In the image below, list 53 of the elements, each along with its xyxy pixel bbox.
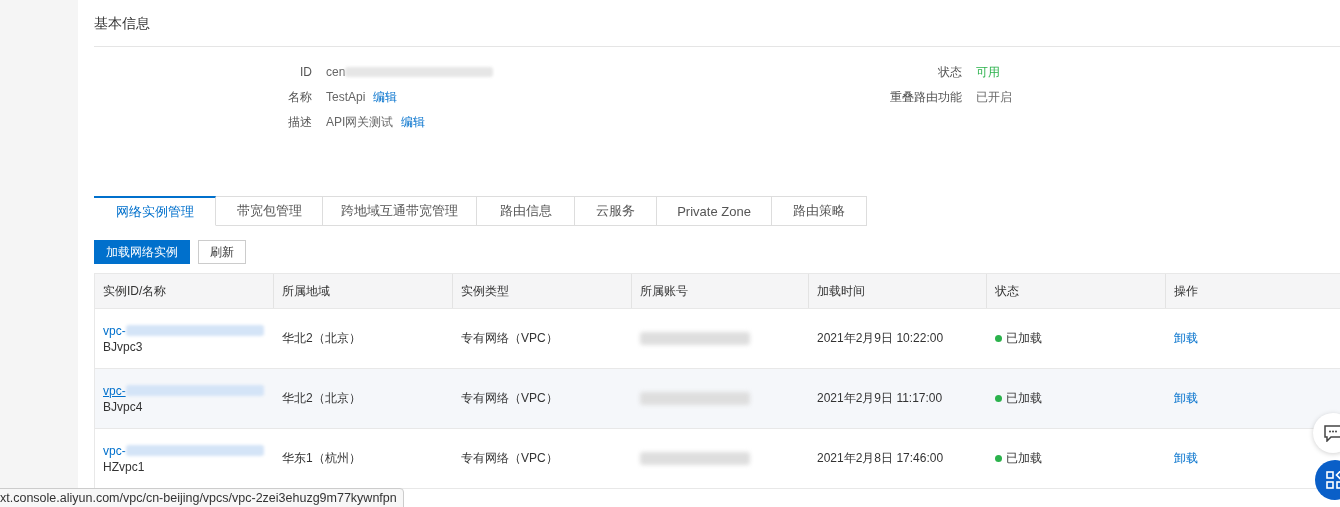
field-label: 名称 [287,89,312,105]
status-value: 可用 [976,64,1001,80]
column-header: 实例类型 [453,274,632,308]
status-text: 已加载 [1006,330,1042,347]
table-cell-text: 华东1（杭州） [281,450,362,467]
field-value: cen [326,64,346,80]
chat-icon [1324,424,1340,442]
section-title: 基本信息 [94,16,150,30]
field-label: ID [299,64,312,80]
tab[interactable]: 带宽包管理 [216,196,323,226]
table-cell-text: 2021年2月9日 11:17:00 [816,390,944,407]
edit-link[interactable]: 编辑 [373,89,398,105]
instance-id-link[interactable]: vpc- [103,323,126,338]
column-header: 加载时间 [809,274,987,308]
instance-name: BJvpc3 [103,339,143,354]
table-cell-text: 专有网络（VPC） [460,450,559,467]
load-instance-button[interactable]: 加载网络实例 [94,240,190,264]
table-cell-text: 华北2（北京） [281,390,362,407]
column-header: 状态 [987,274,1166,308]
unload-link[interactable]: 卸载 [1174,330,1198,347]
edit-link[interactable]: 编辑 [401,114,426,130]
refresh-button[interactable]: 刷新 [198,240,246,264]
unload-link[interactable]: 卸载 [1174,450,1198,467]
column-header: 操作 [1166,274,1340,308]
tab[interactable]: 路由策略 [772,196,867,226]
field-value: API网关测试 [326,114,394,130]
field-label: 描述 [287,114,312,130]
status-bar-url: xt.console.aliyun.com/vpc/cn-beijing/vpcs/vpc-2zei3ehuzg9m77kywnfpn [0,488,404,507]
status-text: 已加载 [1006,390,1042,407]
table-cell-text: 专有网络（VPC） [460,390,559,407]
grid-icon [1326,471,1340,489]
field-value: 已开启 [976,89,1013,105]
unload-link[interactable]: 卸载 [1174,390,1198,407]
table-cell-text: 专有网络（VPC） [460,330,559,347]
instance-id-link[interactable]: vpc- [103,383,126,398]
status-text: 已加载 [1006,450,1042,467]
instance-name: HZvpc1 [103,459,145,474]
tab[interactable]: 网络实例管理 [94,196,216,226]
instance-id-link[interactable]: vpc- [103,443,126,458]
column-header: 所属账号 [632,274,809,308]
tab[interactable]: 跨地域互通带宽管理 [323,196,477,226]
table-cell-text: 2021年2月8日 17:46:00 [816,450,945,467]
column-header: 所属地域 [274,274,453,308]
table-cell-text: 华北2（北京） [281,330,362,347]
table-cell-text: 2021年2月9日 10:22:00 [816,330,945,347]
instance-name: BJvpc4 [103,399,143,414]
column-header: 实例ID/名称 [95,274,274,308]
tab[interactable]: 路由信息 [477,196,575,226]
field-label: 重叠路由功能 [890,89,963,105]
tab[interactable]: 云服务 [575,196,657,226]
field-value: TestApi [326,89,366,105]
tab[interactable]: Private Zone [657,196,772,226]
field-label: 状态 [937,64,963,80]
